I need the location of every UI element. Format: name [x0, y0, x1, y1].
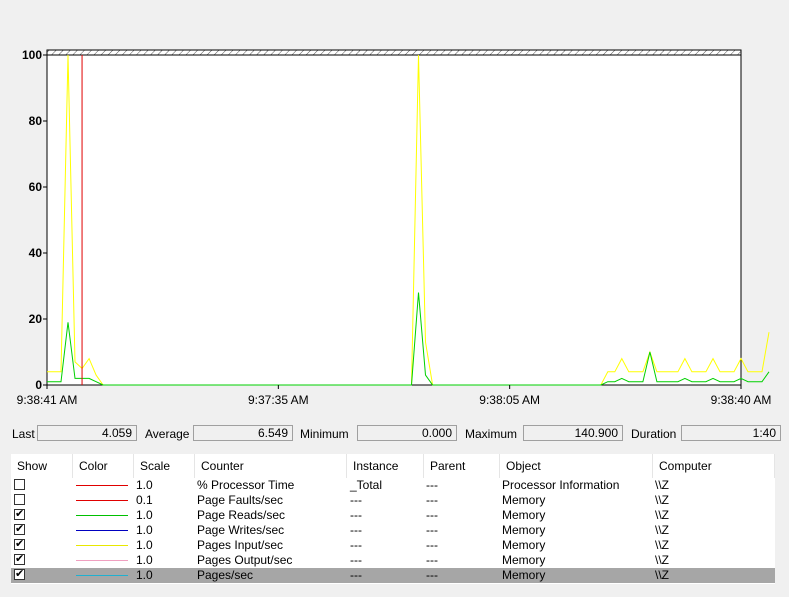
object-cell: Memory [502, 568, 546, 582]
show-checkbox[interactable]: ✔ [14, 524, 25, 535]
table-row[interactable]: ✔ 1.0 Pages Input/sec --- --- Memory \\Z [11, 538, 775, 553]
y-tick-label: 60 [29, 180, 43, 194]
computer-cell: \\Z [655, 478, 669, 492]
average-label: Average [145, 427, 190, 441]
counter-cell: Page Writes/sec [197, 523, 285, 537]
scale-cell: 1.0 [136, 478, 153, 492]
duration-value: 1:40 [681, 425, 781, 441]
minimum-label: Minimum [300, 427, 349, 441]
show-checkbox[interactable]: ✔ [14, 509, 25, 520]
scale-cell: 1.0 [136, 568, 153, 582]
y-tick-label: 20 [29, 312, 43, 326]
scale-cell: 1.0 [136, 538, 153, 552]
object-cell: Memory [502, 523, 546, 537]
color-swatch [76, 515, 128, 516]
table-row[interactable]: ✔ 1.0 Page Reads/sec --- --- Memory \\Z [11, 508, 775, 523]
counter-cell: Page Reads/sec [197, 508, 286, 522]
scale-cell: 0.1 [136, 493, 153, 507]
graph-overflow-band [46, 49, 742, 56]
instance-cell: _Total [350, 478, 383, 492]
scale-cell: 1.0 [136, 508, 153, 522]
last-label: Last [12, 427, 35, 441]
parent-cell: --- [426, 553, 438, 567]
header-object[interactable]: Object [500, 454, 653, 478]
parent-cell: --- [426, 568, 438, 582]
table-row[interactable]: 1.0 % Processor Time _Total --- Processor In… [11, 478, 775, 493]
maximum-value: 140.900 [523, 425, 623, 441]
counter-cell: % Processor Time [197, 478, 295, 492]
counter-cell: Pages Input/sec [197, 538, 284, 552]
parent-cell: --- [426, 478, 438, 492]
counter-cell: Pages Output/sec [197, 553, 293, 567]
object-cell: Memory [502, 508, 546, 522]
last-value: 4.059 [37, 425, 137, 441]
computer-cell: \\Z [655, 568, 669, 582]
minimum-value: 0.000 [357, 425, 457, 441]
parent-cell: --- [426, 538, 438, 552]
y-tick-label: 100 [22, 48, 42, 62]
color-swatch [76, 500, 128, 501]
computer-cell: \\Z [655, 538, 669, 552]
object-cell: Processor Information [502, 478, 620, 492]
parent-cell: --- [426, 493, 438, 507]
computer-cell: \\Z [655, 553, 669, 567]
counter-cell: Pages/sec [197, 568, 254, 582]
instance-cell: --- [350, 493, 362, 507]
graph-plot-area [46, 49, 742, 386]
x-tick-label: 9:38:40 AM [711, 393, 772, 407]
table-row[interactable]: 0.1 Page Faults/sec --- --- Memory \\Z [11, 493, 775, 508]
color-swatch [76, 575, 128, 576]
instance-cell: --- [350, 523, 362, 537]
header-parent[interactable]: Parent [424, 454, 500, 478]
x-tick-label: 9:38:41 AM [17, 393, 78, 407]
x-tick-label: 9:38:05 AM [479, 393, 540, 407]
performance-graph[interactable]: 100 80 60 40 20 0 9:38:41 AM 9:37:35 AM 9:38:05… [0, 0, 789, 420]
show-checkbox[interactable] [14, 479, 25, 490]
header-show[interactable]: Show [11, 454, 73, 478]
header-color[interactable]: Color [73, 454, 134, 478]
show-checkbox[interactable]: ✔ [14, 569, 25, 580]
header-computer[interactable]: Computer [653, 454, 775, 478]
counter-table: Show Color Scale Counter Instance Parent… [11, 454, 775, 584]
y-tick-label: 40 [29, 246, 43, 260]
instance-cell: --- [350, 538, 362, 552]
computer-cell: \\Z [655, 508, 669, 522]
scale-cell: 1.0 [136, 553, 153, 567]
table-row[interactable]: ✔ 1.0 Pages/sec --- --- Memory \\Z [11, 568, 775, 583]
computer-cell: \\Z [655, 493, 669, 507]
x-tick-label: 9:37:35 AM [248, 393, 309, 407]
table-header: Show Color Scale Counter Instance Parent… [11, 454, 775, 478]
color-swatch [76, 530, 128, 531]
color-swatch [76, 485, 128, 486]
object-cell: Memory [502, 493, 546, 507]
instance-cell: --- [350, 553, 362, 567]
parent-cell: --- [426, 508, 438, 522]
counter-cell: Page Faults/sec [197, 493, 284, 507]
object-cell: Memory [502, 553, 546, 567]
instance-cell: --- [350, 568, 362, 582]
header-scale[interactable]: Scale [134, 454, 195, 478]
y-tick-label: 0 [35, 378, 42, 392]
parent-cell: --- [426, 523, 438, 537]
computer-cell: \\Z [655, 523, 669, 537]
header-instance[interactable]: Instance [347, 454, 424, 478]
show-checkbox[interactable]: ✔ [14, 539, 25, 550]
color-swatch [76, 545, 128, 546]
show-checkbox[interactable]: ✔ [14, 554, 25, 565]
header-counter[interactable]: Counter [195, 454, 347, 478]
maximum-label: Maximum [465, 427, 518, 441]
table-row[interactable]: ✔ 1.0 Pages Output/sec --- --- Memory \\Z [11, 553, 775, 568]
y-tick-label: 80 [29, 114, 43, 128]
stats-bar: Last 4.059 Average 6.549 Minimum 0.000 M… [0, 425, 789, 443]
scale-cell: 1.0 [136, 523, 153, 537]
duration-label: Duration [631, 427, 677, 441]
instance-cell: --- [350, 508, 362, 522]
object-cell: Memory [502, 538, 546, 552]
show-checkbox[interactable] [14, 494, 25, 505]
table-row[interactable]: ✔ 1.0 Page Writes/sec --- --- Memory \\Z [11, 523, 775, 538]
color-swatch [76, 560, 128, 561]
average-value: 6.549 [193, 425, 293, 441]
